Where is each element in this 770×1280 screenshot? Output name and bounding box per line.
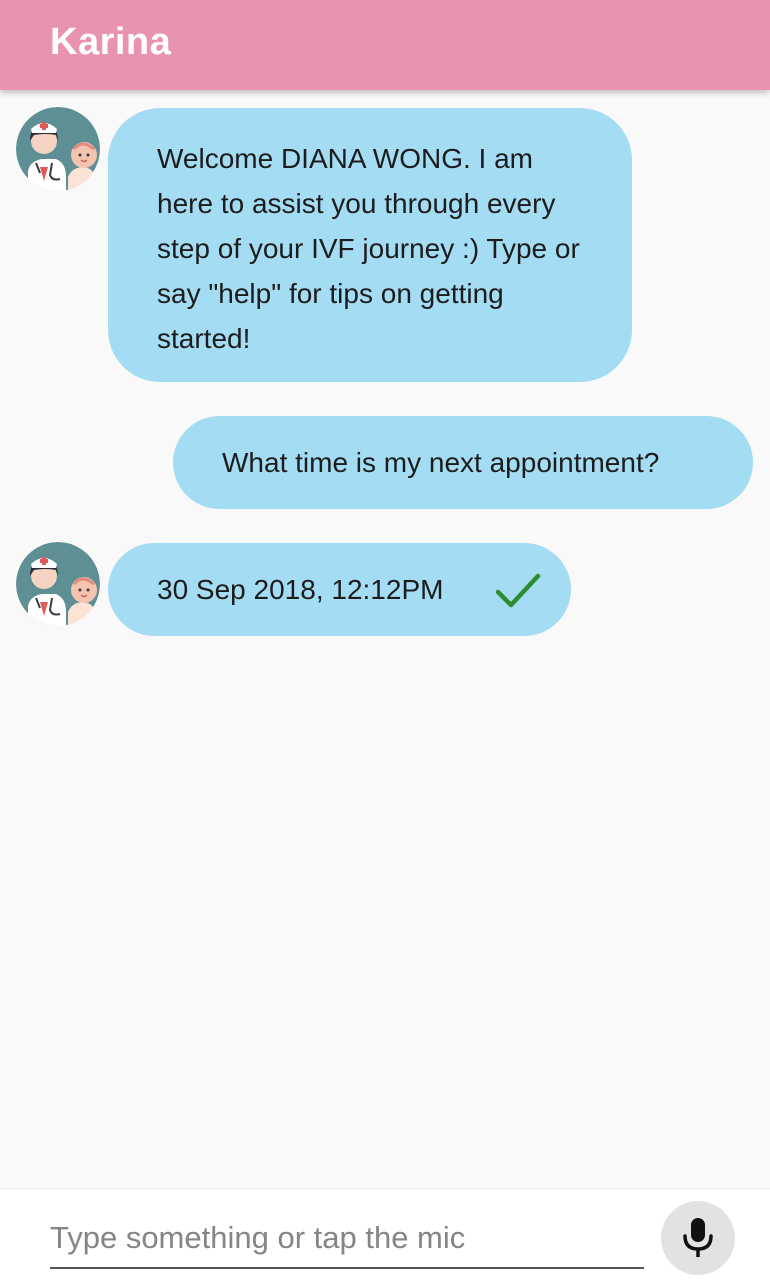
bot-avatar xyxy=(16,542,100,626)
message-text: Welcome DIANA WONG. I am here to assist … xyxy=(157,143,580,354)
check-icon xyxy=(495,573,541,608)
bot-message-bubble: Welcome DIANA WONG. I am here to assist … xyxy=(108,108,632,382)
app-bar: Karina xyxy=(0,0,770,90)
message-composer xyxy=(0,1188,770,1280)
bot-avatar xyxy=(16,107,100,191)
mic-button[interactable] xyxy=(661,1201,735,1275)
message-text: What time is my next appointment? xyxy=(222,447,660,478)
message-text: 30 Sep 2018, 12:12PM xyxy=(157,574,444,605)
app-title: Karina xyxy=(50,21,172,63)
user-message-bubble: What time is my next appointment? xyxy=(173,416,753,509)
nurse-baby-avatar-icon xyxy=(16,107,100,191)
microphone-icon xyxy=(683,1218,713,1257)
message-input[interactable] xyxy=(50,1209,644,1269)
nurse-baby-avatar-icon xyxy=(16,542,100,626)
